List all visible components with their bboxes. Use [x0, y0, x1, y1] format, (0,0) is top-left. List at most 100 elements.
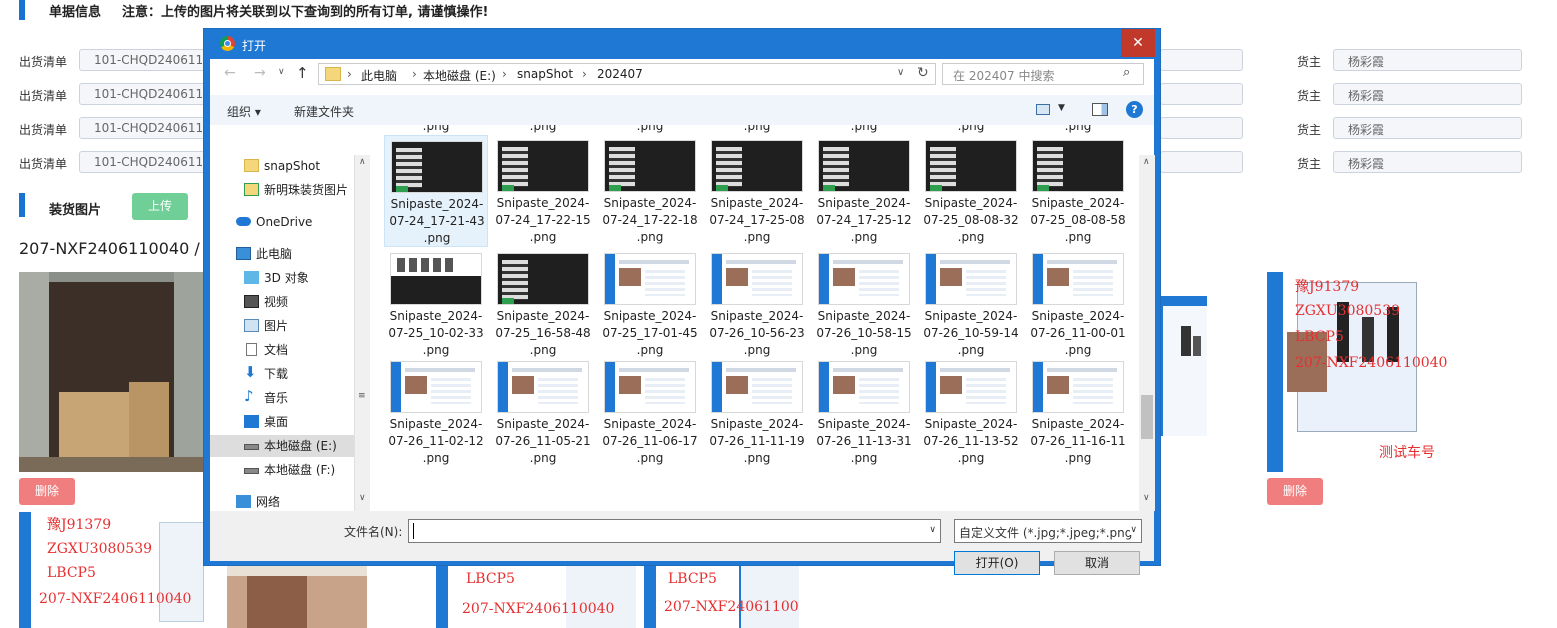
- field-hidden-part[interactable]: [1160, 49, 1243, 71]
- file-thumbnail: [497, 140, 589, 192]
- file-item[interactable]: Snipaste_2024- 07-25_08-08-58 .png: [1026, 135, 1130, 247]
- search-icon[interactable]: ⌕: [1123, 65, 1130, 80]
- owner-field[interactable]: 杨彩霞: [1333, 151, 1522, 173]
- chevron-down-icon[interactable]: ▼: [1058, 103, 1065, 113]
- file-name-line: 07-24_17-25-12: [816, 213, 912, 227]
- drive-icon: [244, 468, 259, 474]
- chevron-down-icon[interactable]: ∨: [897, 67, 904, 78]
- file-item[interactable]: Snipaste_2024- 07-25_10-02-33 .png: [384, 248, 488, 360]
- shipment-list-field[interactable]: 101-CHQD2406110: [79, 83, 209, 105]
- file-name: Snipaste_2024- 07-26_10-58-15 .png: [812, 308, 916, 359]
- file-name: Snipaste_2024- 07-24_17-25-08 .png: [705, 195, 809, 246]
- file-name-line: Snipaste_2024-: [603, 196, 697, 210]
- file-item[interactable]: Snipaste_2024- 07-24_17-25-08 .png: [705, 135, 809, 247]
- file-item[interactable]: Snipaste_2024- 07-24_17-21-43 .png: [384, 135, 488, 247]
- file-thumbnail: [711, 253, 803, 305]
- field-hidden-part[interactable]: [1160, 83, 1243, 105]
- breadcrumb-item[interactable]: 此电脑: [361, 67, 397, 84]
- file-name: Snipaste_2024- 07-25_17-01-45 .png: [598, 308, 702, 359]
- file-name: Snipaste_2024- 07-25_16-58-48 .png: [491, 308, 595, 359]
- file-item[interactable]: Snipaste_2024- 07-25_16-58-48 .png: [491, 248, 595, 360]
- navigation-pane: snapShot 新明珠装货图片 OneDrive 此电脑 3D 对象 视频 图…: [210, 125, 374, 511]
- file-item[interactable]: Snipaste_2024- 07-26_11-13-52 .png: [919, 356, 1023, 468]
- screenshot-photo: 豫J91379 ZGXU3080539 LBCP5 207-NXF2406110…: [1267, 272, 1467, 472]
- owner-field[interactable]: 杨彩霞: [1333, 117, 1522, 139]
- scroll-thumb[interactable]: [1141, 395, 1153, 439]
- chevron-down-icon[interactable]: ∨: [929, 525, 936, 535]
- address-bar[interactable]: › 此电脑 › 本地磁盘 (E:) › snapShot › 202407 ∨ …: [318, 63, 936, 85]
- shipment-list-field[interactable]: 101-CHQD2406110: [79, 49, 209, 71]
- file-item[interactable]: Snipaste_2024- 07-26_11-16-11 .png: [1026, 356, 1130, 468]
- file-name-line: 07-25_08-08-58: [1030, 213, 1126, 227]
- chevron-down-icon: ∨: [1130, 525, 1137, 535]
- help-icon[interactable]: ?: [1126, 101, 1143, 118]
- preview-pane-icon[interactable]: [1092, 103, 1108, 116]
- nav-item-label: 图片: [264, 319, 289, 333]
- up-icon[interactable]: ↑: [296, 64, 309, 82]
- section-marker: [19, 0, 25, 20]
- file-item[interactable]: Snipaste_2024- 07-26_11-11-19 .png: [705, 356, 809, 468]
- overlay-text: LBCP5: [668, 571, 717, 587]
- overlay-text: 豫J91379: [1295, 279, 1360, 295]
- file-item[interactable]: Snipaste_2024- 07-26_10-59-14 .png: [919, 248, 1023, 360]
- file-item[interactable]: Snipaste_2024- 07-25_17-01-45 .png: [598, 248, 702, 360]
- close-button[interactable]: ✕: [1121, 29, 1155, 57]
- field-hidden-part[interactable]: [1160, 117, 1243, 139]
- search-box[interactable]: 在 202407 中搜索 ⌕: [942, 63, 1144, 85]
- section-title-info: 单据信息: [49, 5, 102, 20]
- file-thumbnail: [818, 140, 910, 192]
- nav-item-label: 本地磁盘 (E:): [264, 439, 337, 453]
- file-item[interactable]: Snipaste_2024- 07-24_17-22-18 .png: [598, 135, 702, 247]
- file-item[interactable]: Snipaste_2024- 07-25_08-08-32 .png: [919, 135, 1023, 247]
- back-icon[interactable]: ←: [224, 65, 236, 81]
- file-name-line: Snipaste_2024-: [1031, 417, 1125, 431]
- file-item[interactable]: Snipaste_2024- 07-26_11-05-21 .png: [491, 356, 595, 468]
- owner-field[interactable]: 杨彩霞: [1333, 49, 1522, 71]
- file-item[interactable]: Snipaste_2024- 07-24_17-25-12 .png: [812, 135, 916, 247]
- refresh-icon[interactable]: ↻: [917, 65, 929, 81]
- file-name: Snipaste_2024- 07-25_10-02-33 .png: [384, 308, 488, 359]
- shipment-list-field[interactable]: 101-CHQD2406110: [79, 151, 209, 173]
- screenshot-photo: LBCP5 207-NXF2406110040: [644, 566, 799, 628]
- file-name-line: 07-26_11-00-01: [1030, 326, 1126, 340]
- filetype-select[interactable]: 自定义文件 (*.jpg;*.jpeg;*.png ∨: [954, 519, 1142, 543]
- new-folder-button[interactable]: 新建文件夹: [294, 103, 354, 120]
- notice-text: 注意：上传的图片将关联到以下查询到的所有订单, 请谨慎操作!: [122, 5, 489, 20]
- search-input[interactable]: 在 202407 中搜索: [953, 67, 1054, 84]
- file-item[interactable]: Snipaste_2024- 07-26_11-00-01 .png: [1026, 248, 1130, 360]
- breadcrumb-item[interactable]: 202407: [597, 67, 643, 81]
- nav-item-drive-e[interactable]: 本地磁盘 (E:): [210, 435, 355, 457]
- delete-button[interactable]: 删除: [1267, 478, 1323, 505]
- forward-icon[interactable]: →: [254, 65, 266, 81]
- file-item[interactable]: Snipaste_2024- 07-26_10-56-23 .png: [705, 248, 809, 360]
- upload-button[interactable]: 上传: [132, 193, 188, 220]
- field-hidden-part[interactable]: [1160, 151, 1243, 173]
- file-item[interactable]: Snipaste_2024- 07-26_11-06-17 .png: [598, 356, 702, 468]
- file-thumbnail: [497, 361, 589, 413]
- dialog-titlebar[interactable]: 打开 ✕: [204, 29, 1160, 59]
- file-name-line: 07-25_10-02-33: [388, 326, 484, 340]
- file-name-line: 07-26_11-13-31: [816, 434, 912, 448]
- file-item[interactable]: Snipaste_2024- 07-24_17-22-15 .png: [491, 135, 595, 247]
- nav-item-label: snapShot: [264, 159, 321, 173]
- open-button[interactable]: 打开(O): [954, 551, 1040, 575]
- view-mode-icon[interactable]: [1036, 104, 1050, 115]
- organize-menu[interactable]: 组织 ▾: [227, 103, 261, 120]
- file-item[interactable]: Snipaste_2024- 07-26_10-58-15 .png: [812, 248, 916, 360]
- cancel-button[interactable]: 取消: [1054, 551, 1140, 575]
- breadcrumb-item[interactable]: snapShot: [517, 67, 573, 81]
- close-icon: ✕: [1132, 35, 1144, 51]
- filename-input[interactable]: ∨: [408, 519, 941, 543]
- files-scrollbar[interactable]: ∧ ∨: [1139, 155, 1155, 511]
- nav-scrollbar[interactable]: ∧ ≡ ∨: [354, 155, 370, 511]
- owner-field[interactable]: 杨彩霞: [1333, 83, 1522, 105]
- file-item[interactable]: Snipaste_2024- 07-26_11-02-12 .png: [384, 356, 488, 468]
- delete-button[interactable]: 删除: [19, 478, 75, 505]
- dialog-body: ← → ∨ ↑ › 此电脑 › 本地磁盘 (E:) › snapShot › 2…: [210, 59, 1155, 575]
- recent-dropdown-icon[interactable]: ∨: [278, 67, 285, 77]
- file-item[interactable]: Snipaste_2024- 07-26_11-13-31 .png: [812, 356, 916, 468]
- row-label: 出货清单: [19, 89, 68, 103]
- breadcrumb-item[interactable]: 本地磁盘 (E:): [423, 67, 496, 84]
- shipment-list-field[interactable]: 101-CHQD2406110: [79, 117, 209, 139]
- file-name-line: 07-26_11-06-17: [602, 434, 698, 448]
